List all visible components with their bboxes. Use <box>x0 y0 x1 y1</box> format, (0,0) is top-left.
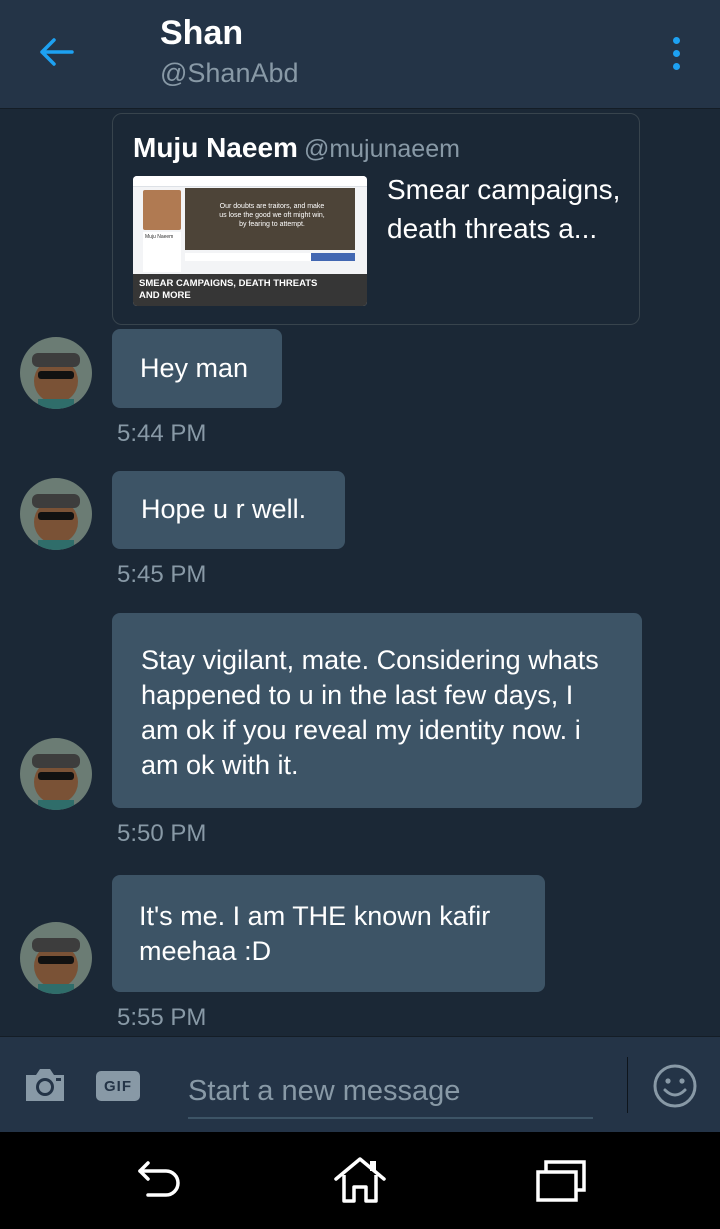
message-bubble[interactable]: Hey man <box>112 329 282 408</box>
message-timestamp: 5:45 PM <box>117 561 207 588</box>
avatar-image <box>20 922 92 994</box>
system-navigation-bar <box>0 1132 720 1229</box>
thumbnail-sidebar: Muju Naeem <box>143 232 181 272</box>
arrow-left-icon <box>40 38 74 66</box>
shared-tweet-card[interactable]: Muju Naeem @mujunaeem Our doubts are trai… <box>112 113 640 325</box>
message-text: Stay vigilant, mate. Considering whats h… <box>141 645 599 780</box>
thumbnail-button <box>311 253 355 261</box>
tweet-text: Smear campaigns, death threats a... <box>387 174 621 244</box>
tweet-author-name: Muju Naeem <box>133 132 298 163</box>
tweet-author: Muju Naeem @mujunaeem <box>133 132 460 164</box>
message-text: Hope u r well. <box>141 494 307 524</box>
nav-home-icon <box>334 1157 386 1203</box>
camera-icon <box>26 1069 64 1101</box>
nav-home-button[interactable] <box>330 1154 390 1206</box>
tweet-thumbnail[interactable]: Our doubts are traitors, and make us los… <box>133 176 367 306</box>
message-text: Hey man <box>140 353 249 383</box>
thumbnail-quote: Our doubts are traitors, and make us los… <box>219 203 325 228</box>
gif-label: GIF <box>104 1077 132 1095</box>
avatar[interactable] <box>20 478 92 550</box>
avatar-image <box>20 478 92 550</box>
message-timestamp: 5:55 PM <box>117 1004 207 1031</box>
more-vertical-icon-dot <box>672 49 680 57</box>
message-text: It's me. I am THE known kafir meehaa :D <box>139 901 491 966</box>
emoji-button[interactable] <box>652 1063 698 1114</box>
message-bubble[interactable]: It's me. I am THE known kafir meehaa :D <box>112 875 545 992</box>
nav-back-icon <box>138 1161 180 1197</box>
message-timestamp: 5:50 PM <box>117 820 207 847</box>
more-vertical-icon <box>672 36 680 44</box>
message-composer: GIF <box>0 1036 720 1133</box>
avatar-image <box>20 337 92 409</box>
thumbnail-topbar <box>133 176 367 187</box>
avatar-image <box>20 738 92 810</box>
conversation-header: Shan @ShanAbd <box>0 0 720 109</box>
camera-button[interactable] <box>22 1065 68 1110</box>
avatar[interactable] <box>20 337 92 409</box>
thumbnail-profile-name: Muju Naeem <box>145 234 174 240</box>
thumbnail-caption: SMEAR CAMPAIGNS, DEATH THREATS AND MORE <box>139 278 318 301</box>
avatar[interactable] <box>20 922 92 994</box>
composer-divider <box>627 1057 628 1113</box>
nav-recents-button[interactable] <box>530 1154 590 1206</box>
message-list[interactable]: Muju Naeem @mujunaeem Our doubts are trai… <box>0 109 720 1036</box>
nav-back-button[interactable] <box>130 1154 190 1206</box>
tweet-author-handle: @mujunaeem <box>303 135 460 163</box>
message-timestamp: 5:44 PM <box>117 420 207 447</box>
avatar[interactable] <box>20 738 92 810</box>
more-vertical-icon-dot <box>672 62 680 70</box>
thumbnail-portrait <box>143 190 181 230</box>
contact-handle[interactable]: @ShanAbd <box>160 58 299 89</box>
nav-recents-icon <box>536 1160 586 1202</box>
more-options-button[interactable] <box>656 30 696 76</box>
back-button[interactable] <box>24 24 88 80</box>
gif-button[interactable]: GIF <box>96 1071 140 1101</box>
emoji-icon <box>653 1064 697 1108</box>
contact-name[interactable]: Shan <box>160 14 243 53</box>
message-bubble[interactable]: Stay vigilant, mate. Considering whats h… <box>112 613 642 808</box>
message-input[interactable] <box>188 1065 593 1119</box>
message-bubble[interactable]: Hope u r well. <box>112 471 345 549</box>
